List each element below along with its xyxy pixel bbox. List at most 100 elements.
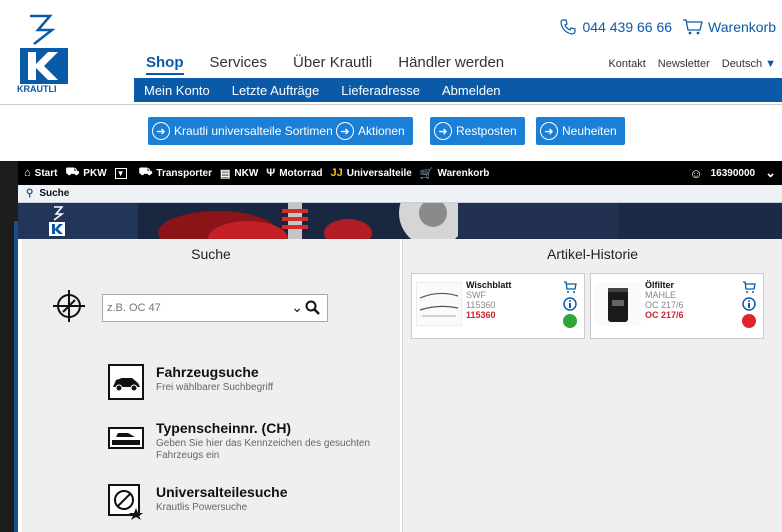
toolbar-universalteile[interactable]: JJ Universalteile	[331, 167, 412, 179]
cart-icon: 🛒	[419, 167, 434, 180]
option-typenscheinnr-title: Typenscheinnr. (CH)	[156, 420, 292, 436]
history-pane-title: Artikel-Historie	[546, 246, 638, 262]
add-to-cart-icon[interactable]	[742, 280, 756, 294]
option-universalteilesuche-title: Universalteilesuche	[156, 484, 288, 500]
history-item-name: Ölfilter	[645, 280, 675, 290]
left-accent-bar	[14, 221, 18, 532]
search-input[interactable]	[107, 302, 267, 314]
nav-haendler-werden[interactable]: Händler werden	[398, 54, 504, 75]
status-dot	[563, 314, 577, 328]
phone-number[interactable]: 044 439 66 66	[583, 19, 673, 35]
van-icon: ⛟	[138, 166, 153, 178]
status-dot	[742, 314, 756, 328]
truck-icon: ▤	[219, 167, 231, 180]
site-header: KRAUTLI 044 439 66 66 Warenkorb Shop Ser…	[0, 0, 782, 105]
user-icon: ☺	[689, 165, 703, 181]
restposten-label: Restposten	[456, 124, 517, 138]
toolbar-warenkorb-label: Warenkorb	[437, 167, 490, 179]
link-newsletter[interactable]: Newsletter	[658, 58, 710, 70]
search-icon[interactable]	[305, 300, 321, 316]
language-label: Deutsch	[721, 58, 763, 70]
history-card[interactable]: Ölfilter MAHLE OC 217/6 OC 217/6	[590, 273, 764, 339]
universal-parts-icon: JJ	[330, 167, 343, 179]
page: KRAUTLI 044 439 66 66 Warenkorb Shop Ser…	[0, 0, 782, 532]
neuheiten-label: Neuheiten	[562, 124, 617, 138]
link-kontakt[interactable]: Kontakt	[608, 58, 645, 70]
option-fahrzeugsuche-title: Fahrzeugsuche	[156, 364, 259, 380]
main-nav: Shop Services Über Krautli Händler werde…	[146, 54, 530, 75]
shortcut-bar: ➜ Krautli universalteile Sortiment ➜ Akt…	[0, 104, 782, 158]
history-item-code: 115360	[466, 310, 496, 320]
history-item-info: Ölfilter MAHLE OC 217/6 OC 217/6	[645, 280, 684, 320]
wiper-blade-image	[416, 282, 462, 326]
sortiment-button[interactable]: ➜ Krautli universalteile Sortiment	[148, 117, 345, 145]
account-subnav: Mein Konto Letzte Aufträge Lieferadresse…	[134, 78, 782, 102]
nav-shop[interactable]: Shop	[146, 54, 184, 75]
account-menu[interactable]: ☺ 16390000 ⌄	[689, 161, 776, 185]
option-universalteilesuche[interactable]: Universalteilesuche Krautlis Powersuche	[108, 484, 396, 520]
info-icon[interactable]	[563, 297, 577, 311]
crosshair-icon	[53, 290, 85, 322]
language-selector[interactable]: Deutsch ▼	[722, 58, 776, 70]
history-item-code: OC 217/6	[645, 310, 684, 320]
toolbar-nkw[interactable]: ▤ NKW	[220, 167, 258, 180]
subnav-letzte-auftraege[interactable]: Letzte Aufträge	[232, 83, 319, 98]
history-item-actions	[562, 280, 578, 331]
oil-filter-image	[595, 282, 641, 326]
option-universalteilesuche-subtitle: Krautlis Powersuche	[156, 502, 248, 513]
search-pane-title: Suche	[191, 246, 231, 262]
history-item-name: Wischblatt	[466, 280, 512, 290]
arrow-right-icon: ➜	[540, 122, 558, 140]
toolbar-motorrad[interactable]: Ψ Motorrad	[266, 167, 322, 179]
tab-suche-label: Suche	[39, 188, 70, 199]
svg-text:KRAUTLI: KRAUTLI	[17, 84, 57, 92]
option-typenscheinnr[interactable]: Typenscheinnr. (CH) Geben Sie hier das K…	[108, 420, 396, 462]
subnav-lieferadresse[interactable]: Lieferadresse	[341, 83, 420, 98]
search-field[interactable]: ⌄	[102, 294, 328, 322]
subnav-mein-konto[interactable]: Mein Konto	[144, 83, 210, 98]
history-item-number: OC 217/6	[645, 300, 684, 310]
nav-ueber-krautli[interactable]: Über Krautli	[293, 54, 372, 75]
krautli-logo[interactable]: KRAUTLI	[16, 12, 74, 92]
arrow-right-icon: ➜	[336, 122, 354, 140]
toolbar-transporter[interactable]: ⛟ Transporter	[139, 166, 212, 180]
aktionen-label: Aktionen	[358, 124, 405, 138]
toolbar-pkw-label: PKW	[83, 167, 107, 179]
availability-indicator	[563, 314, 577, 328]
chevron-down-icon: ▼	[765, 58, 776, 70]
chevron-down-icon: ⌄	[765, 165, 776, 180]
neuheiten-button[interactable]: ➜ Neuheiten	[536, 117, 625, 145]
info-icon[interactable]	[742, 297, 756, 311]
cart-icon[interactable]	[682, 17, 704, 37]
option-typenscheinnr-subtitle: Geben Sie hier das Kennzeichen des gesuc…	[156, 438, 371, 461]
toolbar-start[interactable]: ⌂ Start	[24, 167, 57, 179]
cart-link[interactable]: Warenkorb	[708, 19, 776, 35]
arrow-right-icon: ➜	[434, 122, 452, 140]
aktionen-button[interactable]: ➜ Aktionen	[332, 117, 413, 145]
toolbar-dropdown[interactable]: ▼	[114, 167, 131, 179]
nav-services[interactable]: Services	[210, 54, 268, 75]
motorcycle-icon: Ψ	[266, 167, 276, 179]
toolbar-universalteile-label: Universalteile	[346, 167, 412, 179]
history-item-info: Wischblatt SWF 115360 115360	[466, 280, 511, 320]
restposten-button[interactable]: ➜ Restposten	[430, 117, 525, 145]
history-item-brand: MAHLE	[645, 290, 677, 300]
option-fahrzeugsuche-subtitle: Frei wählbarer Suchbegriff	[156, 382, 274, 393]
subnav-abmelden[interactable]: Abmelden	[442, 83, 501, 98]
toolbar-transporter-label: Transporter	[156, 167, 212, 179]
chevron-down-icon[interactable]: ⌄	[291, 299, 303, 316]
header-banner-image	[18, 203, 782, 239]
option-fahrzeugsuche[interactable]: Fahrzeugsuche Frei wählbarer Suchbegriff	[108, 364, 396, 400]
tab-suche[interactable]: ⚲ Suche	[18, 185, 782, 203]
arrow-right-icon: ➜	[152, 122, 170, 140]
vehicle-registration-icon	[108, 427, 144, 449]
availability-indicator	[742, 314, 756, 328]
account-number: 16390000	[710, 167, 756, 179]
add-to-cart-icon[interactable]	[563, 280, 577, 294]
toolbar-pkw[interactable]: ⛟ PKW	[65, 166, 106, 180]
toolbar-warenkorb[interactable]: 🛒 Warenkorb	[420, 167, 490, 180]
history-card[interactable]: Wischblatt SWF 115360 115360	[411, 273, 585, 339]
history-item-actions	[741, 280, 757, 331]
contact-bar: 044 439 66 66 Warenkorb	[557, 17, 776, 37]
phone-icon	[557, 17, 579, 37]
